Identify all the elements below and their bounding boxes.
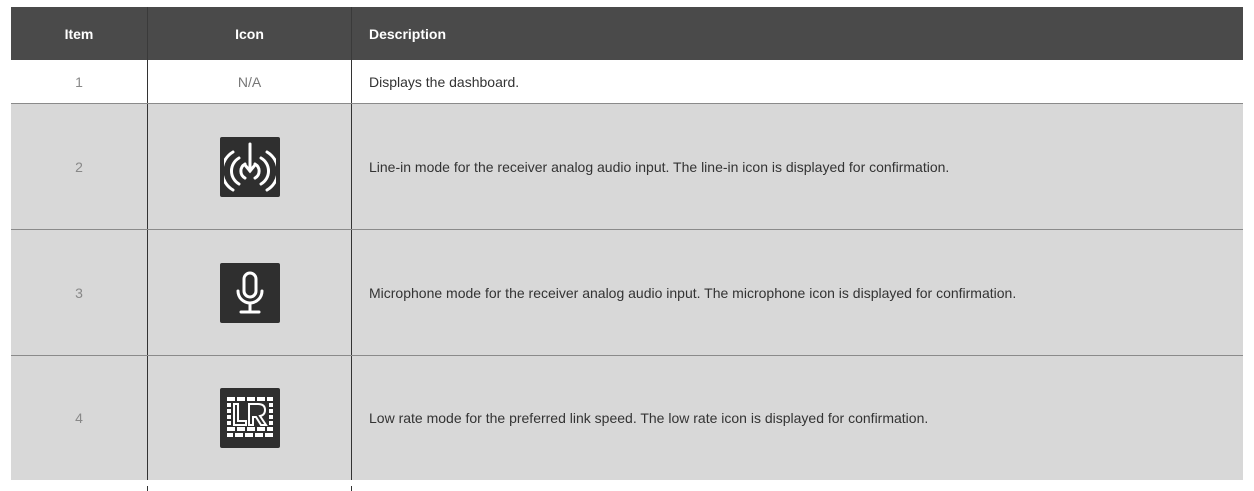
table-header-row: Item Icon Description (11, 7, 1243, 60)
microphone-icon (219, 262, 280, 323)
item-number: 2 (75, 158, 83, 175)
item-number: 1 (75, 73, 83, 90)
row-description: Low rate mode for the preferred link spe… (351, 356, 1243, 480)
header-item: Item (64, 25, 94, 42)
table-row: 2 Line-in mode for the receiver analog a… (11, 104, 1243, 230)
column-divider (351, 486, 352, 491)
table-row: 3 Microphone mode for the receiver analo… (11, 230, 1243, 356)
icon-table: Item Icon Description 1 N/A Displays the… (11, 7, 1243, 480)
icon-cell (147, 104, 351, 229)
table-row: 1 N/A Displays the dashboard. (11, 60, 1243, 104)
table-row: 4 Low rate mode for the preferred link s… (11, 356, 1243, 480)
header-description: Description (351, 7, 1243, 60)
icon-cell (147, 356, 351, 480)
icon-cell (147, 230, 351, 355)
item-number: 4 (75, 410, 83, 426)
icon-not-applicable: N/A (147, 60, 351, 103)
header-icon: Icon (147, 7, 351, 60)
row-description: Displays the dashboard. (351, 60, 1243, 103)
item-number: 3 (75, 284, 83, 301)
row-description: Microphone mode for the receiver analog … (351, 230, 1243, 355)
row-description: Line-in mode for the receiver analog aud… (351, 104, 1243, 229)
line-in-icon (219, 136, 280, 197)
column-divider (147, 486, 148, 491)
low-rate-icon (219, 388, 280, 448)
